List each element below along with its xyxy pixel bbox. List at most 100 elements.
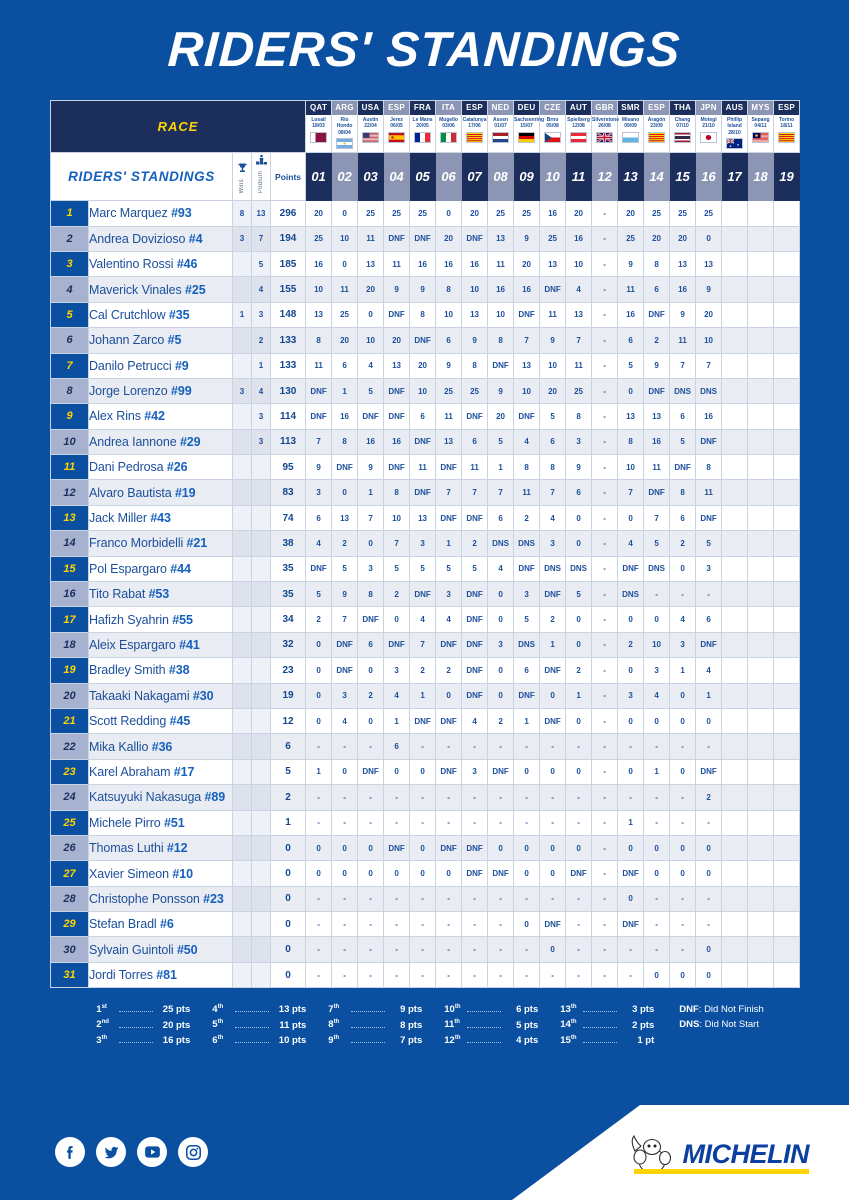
race-header-13[interactable]: SMR Misano 09/09 [617, 100, 645, 153]
round-number-04[interactable]: 04 [383, 151, 411, 202]
round-number-06[interactable]: 06 [435, 151, 463, 202]
table-row[interactable]: 31 Jordi Torres #81 0- - - - - - - - - - - - -0 0 0 [50, 961, 801, 989]
rider-name[interactable]: Sylvain Guintoli #50 [88, 936, 233, 963]
round-number-14[interactable]: 14 [643, 151, 671, 202]
round-number-02[interactable]: 02 [331, 151, 359, 202]
race-header-14[interactable]: ESP Aragón 23/09 [643, 100, 671, 153]
table-row[interactable]: 15 Pol Espargaro #44 35 DNF 5 3 5 5 5 5 4 DNF DNS DNS… [50, 555, 801, 583]
table-row[interactable]: 28 Christophe Ponsson #23 0- - - - - - - - - - - -0- -… [50, 885, 801, 913]
table-row[interactable]: 5 Cal Crutchlow #35 1 3 148 13 25 0 DNF 8 10 13 10 DN… [50, 301, 801, 329]
table-row[interactable]: 8 Jorge Lorenzo #99 3 4 130 DNF 1 5 DNF 10 25 25 9 10… [50, 377, 801, 405]
rider-name[interactable]: Stefan Bradl #6 [88, 911, 233, 938]
table-row[interactable]: 18 Aleix Espargaro #41 32 0 DNF 6 DNF 7 DNF DNF 3 D… [50, 631, 801, 659]
rider-name[interactable]: Alvaro Bautista #19 [88, 479, 233, 506]
table-row[interactable]: 4 Maverick Vinales #25 4 155 10 11 20 9 9 8 10 16 16… [50, 276, 801, 303]
table-row[interactable]: 13 Jack Miller #43 74 6 13 7 10 13 DNF DNF 6 2 4 0-0 7… [50, 504, 801, 532]
race-header-01[interactable]: QAT Losail 18/03 [305, 100, 333, 153]
round-number-07[interactable]: 07 [461, 151, 489, 202]
rider-name[interactable]: Jack Miller #43 [88, 504, 233, 532]
rider-name[interactable]: Xavier Simeon #10 [88, 860, 233, 887]
rider-name[interactable]: Pol Espargaro #44 [88, 555, 233, 583]
race-header-07[interactable]: ESP Catalunya 17/06 [461, 100, 489, 153]
rider-name[interactable]: Dani Pedrosa #26 [88, 454, 233, 481]
round-number-01[interactable]: 01 [305, 151, 333, 202]
race-header-02[interactable]: ARG Rio Hondo 08/04 [331, 100, 359, 153]
rider-name[interactable]: Alex Rins #42 [88, 403, 233, 430]
rider-name[interactable]: Jordi Torres #81 [88, 961, 233, 989]
table-row[interactable]: 9 Alex Rins #42 3 114 DNF 16 DNF DNF 6 11 DNF 20 DNF… [50, 403, 801, 430]
table-row[interactable]: 2 Andrea Dovizioso #4 3 7 194 25 10 11 DNF DNF 20 D… [50, 225, 801, 252]
table-row[interactable]: 29 Stefan Bradl #6 0- - - - - - - -0 DNF - - DNF - - - [50, 911, 801, 938]
round-number-19[interactable]: 19 [773, 151, 801, 202]
table-row[interactable]: 21 Scott Redding #45 12 0 4 0 1 DNF DNF 4 2 1 DNF 0-0… [50, 707, 801, 735]
race-header-05[interactable]: FRA Le Mans 20/05 [409, 100, 437, 153]
facebook-icon[interactable] [55, 1137, 85, 1167]
rider-name[interactable]: Christophe Ponsson #23 [88, 885, 233, 913]
table-row[interactable]: 30 Sylvain Guintoli #50 0- - - - - - - - -0- - - - -0 [50, 936, 801, 963]
race-header-17[interactable]: AUS Phillip Island 28/10 [721, 100, 749, 153]
rider-name[interactable]: Takaaki Nakagami #30 [88, 682, 233, 709]
table-row[interactable]: 11 Dani Pedrosa #26 95 9 DNF 9 DNF 11 DNF 11 1 8 8 9-… [50, 454, 801, 481]
table-row[interactable]: 1 Marc Marquez #93 8 13 296 20 0 25 25 25 0 20 25 25 1… [50, 200, 801, 227]
rider-name[interactable]: Jorge Lorenzo #99 [88, 377, 233, 405]
rider-name[interactable]: Valentino Rossi #46 [88, 250, 233, 278]
round-number-16[interactable]: 16 [695, 151, 723, 202]
table-row[interactable]: 27 Xavier Simeon #10 0 0 0 0 0 0 0 DNF DNF 0 0 DNF - DN… [50, 860, 801, 887]
table-row[interactable]: 24 Katsuyuki Nakasuga #89 2- - - - - - - - - - - - - - -… [50, 784, 801, 811]
race-header-16[interactable]: JPN Motegi 21/10 [695, 100, 723, 153]
rider-name[interactable]: Scott Redding #45 [88, 707, 233, 735]
table-row[interactable]: 22 Mika Kallio #36 6- - -6- - - - - - - - - - - - [50, 733, 801, 760]
table-row[interactable]: 16 Tito Rabat #53 35 5 9 8 2 DNF 3 DNF 0 3 DNF 5- DNS -… [50, 581, 801, 608]
round-number-17[interactable]: 17 [721, 151, 749, 202]
table-row[interactable]: 25 Michele Pirro #51 1- - - - - - - - - - - -1- - - [50, 809, 801, 836]
round-number-05[interactable]: 05 [409, 151, 437, 202]
table-row[interactable]: 19 Bradley Smith #38 23 0 DNF 0 3 2 2 DNF 0 6 DNF 2-0… [50, 657, 801, 684]
instagram-icon[interactable] [178, 1137, 208, 1167]
table-row[interactable]: 6 Johann Zarco #5 2 133 8 20 10 20 DNF 6 9 8 7 9 7-6 2 1… [50, 327, 801, 354]
round-number-03[interactable]: 03 [357, 151, 385, 202]
rider-name[interactable]: Bradley Smith #38 [88, 657, 233, 684]
rider-name[interactable]: Danilo Petrucci #9 [88, 352, 233, 379]
race-header-08[interactable]: NED Assen 01/07 [487, 100, 515, 153]
rider-name[interactable]: Hafizh Syahrin #55 [88, 606, 233, 633]
race-header-04[interactable]: ESP Jerez 06/05 [383, 100, 411, 153]
rider-name[interactable]: Tito Rabat #53 [88, 581, 233, 608]
race-header-12[interactable]: GBR Silverstone 26/08 [591, 100, 619, 153]
round-number-12[interactable]: 12 [591, 151, 619, 202]
round-number-13[interactable]: 13 [617, 151, 645, 202]
race-header-18[interactable]: MYS Sepang 04/11 [747, 100, 775, 153]
table-row[interactable]: 7 Danilo Petrucci #9 1 133 11 6 4 13 20 9 8 DNF 13 10… [50, 352, 801, 379]
table-row[interactable]: 20 Takaaki Nakagami #30 19 0 3 2 4 1 0 DNF 0 DNF 0 1-… [50, 682, 801, 709]
race-header-06[interactable]: ITA Mugello 03/06 [435, 100, 463, 153]
race-header-11[interactable]: AUT Spielberg 12/08 [565, 100, 593, 153]
rider-name[interactable]: Karel Abraham #17 [88, 758, 233, 786]
table-row[interactable]: 12 Alvaro Bautista #19 83 3 0 1 8 DNF 7 7 7 11 7 6-7 D… [50, 479, 801, 506]
twitter-icon[interactable] [96, 1137, 126, 1167]
table-row[interactable]: 10 Andrea Iannone #29 3 113 7 8 16 16 DNF 13 6 5 4 6 3… [50, 428, 801, 456]
round-number-09[interactable]: 09 [513, 151, 541, 202]
table-row[interactable]: 14 Franco Morbidelli #21 38 4 2 0 7 3 1 2 DNS DNS 3 0… [50, 530, 801, 557]
table-row[interactable]: 26 Thomas Luthi #12 0 0 0 0 DNF 0 DNF DNF 0 0 0 0-0 0 0… [50, 834, 801, 862]
rider-name[interactable]: Katsuyuki Nakasuga #89 [88, 784, 233, 811]
race-header-19[interactable]: ESP Torino 18/11 [773, 100, 801, 153]
race-header-03[interactable]: USA Austin 22/04 [357, 100, 385, 153]
rider-name[interactable]: Maverick Vinales #25 [88, 276, 233, 303]
rider-name[interactable]: Marc Marquez #93 [88, 200, 233, 227]
social-links[interactable] [55, 1137, 208, 1167]
round-number-18[interactable]: 18 [747, 151, 775, 202]
youtube-icon[interactable] [137, 1137, 167, 1167]
race-header-15[interactable]: THA Chang 07/10 [669, 100, 697, 153]
rider-name[interactable]: Andrea Dovizioso #4 [88, 225, 233, 252]
rider-name[interactable]: Michele Pirro #51 [88, 809, 233, 836]
table-row[interactable]: 23 Karel Abraham #17 5 1 0 DNF 0 0 DNF 3 DNF 0 0 0-0 1… [50, 758, 801, 786]
rider-name[interactable]: Cal Crutchlow #35 [88, 301, 233, 329]
rider-name[interactable]: Johann Zarco #5 [88, 327, 233, 354]
race-header-10[interactable]: CZE Brno 05/08 [539, 100, 567, 153]
rider-name[interactable]: Thomas Luthi #12 [88, 834, 233, 862]
rider-name[interactable]: Franco Morbidelli #21 [88, 530, 233, 557]
table-row[interactable]: 3 Valentino Rossi #46 5 185 16 0 13 11 16 16 16 11 2… [50, 250, 801, 278]
round-number-10[interactable]: 10 [539, 151, 567, 202]
rider-name[interactable]: Andrea Iannone #29 [88, 428, 233, 456]
round-number-11[interactable]: 11 [565, 151, 593, 202]
table-row[interactable]: 17 Hafizh Syahrin #55 34 2 7 DNF 0 4 4 DNF 0 5 2 0-0 0… [50, 606, 801, 633]
